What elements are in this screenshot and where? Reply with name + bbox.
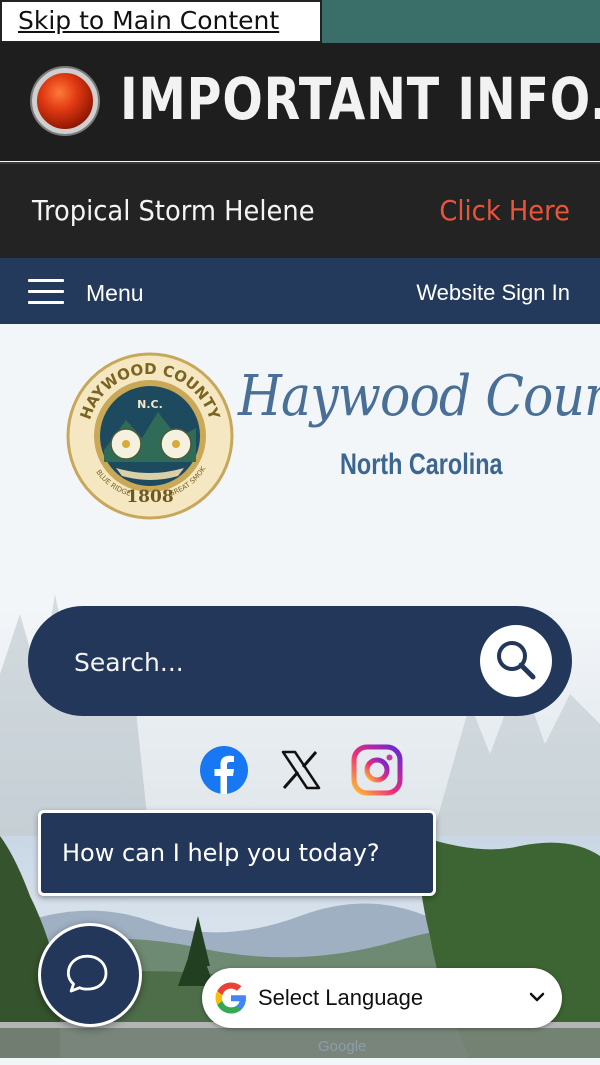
google-g-icon <box>215 982 246 1014</box>
chevron-down-icon <box>529 992 545 1002</box>
county-name-script[interactable]: Haywood County <box>238 364 600 429</box>
state-name: North Carolina <box>340 448 503 481</box>
chat-prompt-text: How can I help you today? <box>62 839 380 867</box>
alert-message: Tropical Storm Helene <box>32 194 315 227</box>
instagram-icon[interactable] <box>351 744 403 796</box>
google-translate-widget[interactable]: Select Language <box>202 968 562 1028</box>
alert-title: IMPORTANT INFO. <box>120 65 600 133</box>
search-bar <box>28 606 572 716</box>
hamburger-icon[interactable] <box>28 279 64 305</box>
top-nav: Menu Website Sign In <box>0 258 600 324</box>
seal-year: 1808 <box>126 487 173 507</box>
alert-click-here-link[interactable]: Click Here <box>439 194 570 227</box>
search-icon <box>497 641 536 680</box>
county-seal-logo[interactable]: N.C. 1808 HAYWOOD COUNTY BLUE RIDGE GREA… <box>66 352 234 520</box>
alert-row: Tropical Storm Helene Click Here <box>0 162 600 258</box>
seal-abbrev: N.C. <box>137 398 163 411</box>
chat-prompt-bubble[interactable]: How can I help you today? <box>38 810 436 896</box>
search-button[interactable] <box>480 625 552 697</box>
facebook-icon[interactable] <box>198 744 250 796</box>
bottom-strip <box>0 1058 600 1065</box>
header-area: N.C. 1808 HAYWOOD COUNTY BLUE RIDGE GREA… <box>0 324 600 836</box>
skip-to-main-link[interactable]: Skip to Main Content <box>0 0 322 43</box>
menu-button[interactable]: Menu <box>86 280 144 307</box>
chat-launcher-button[interactable] <box>38 923 142 1027</box>
language-select[interactable]: Select Language <box>258 985 423 1011</box>
alert-banner: IMPORTANT INFO. <box>0 43 600 161</box>
x-icon[interactable] <box>274 744 326 796</box>
search-input[interactable] <box>74 642 454 682</box>
alert-light-icon <box>32 68 98 134</box>
website-sign-in-link[interactable]: Website Sign In <box>416 280 570 306</box>
powered-by-google: Google <box>318 1038 367 1055</box>
chat-bubble-icon <box>66 954 108 993</box>
